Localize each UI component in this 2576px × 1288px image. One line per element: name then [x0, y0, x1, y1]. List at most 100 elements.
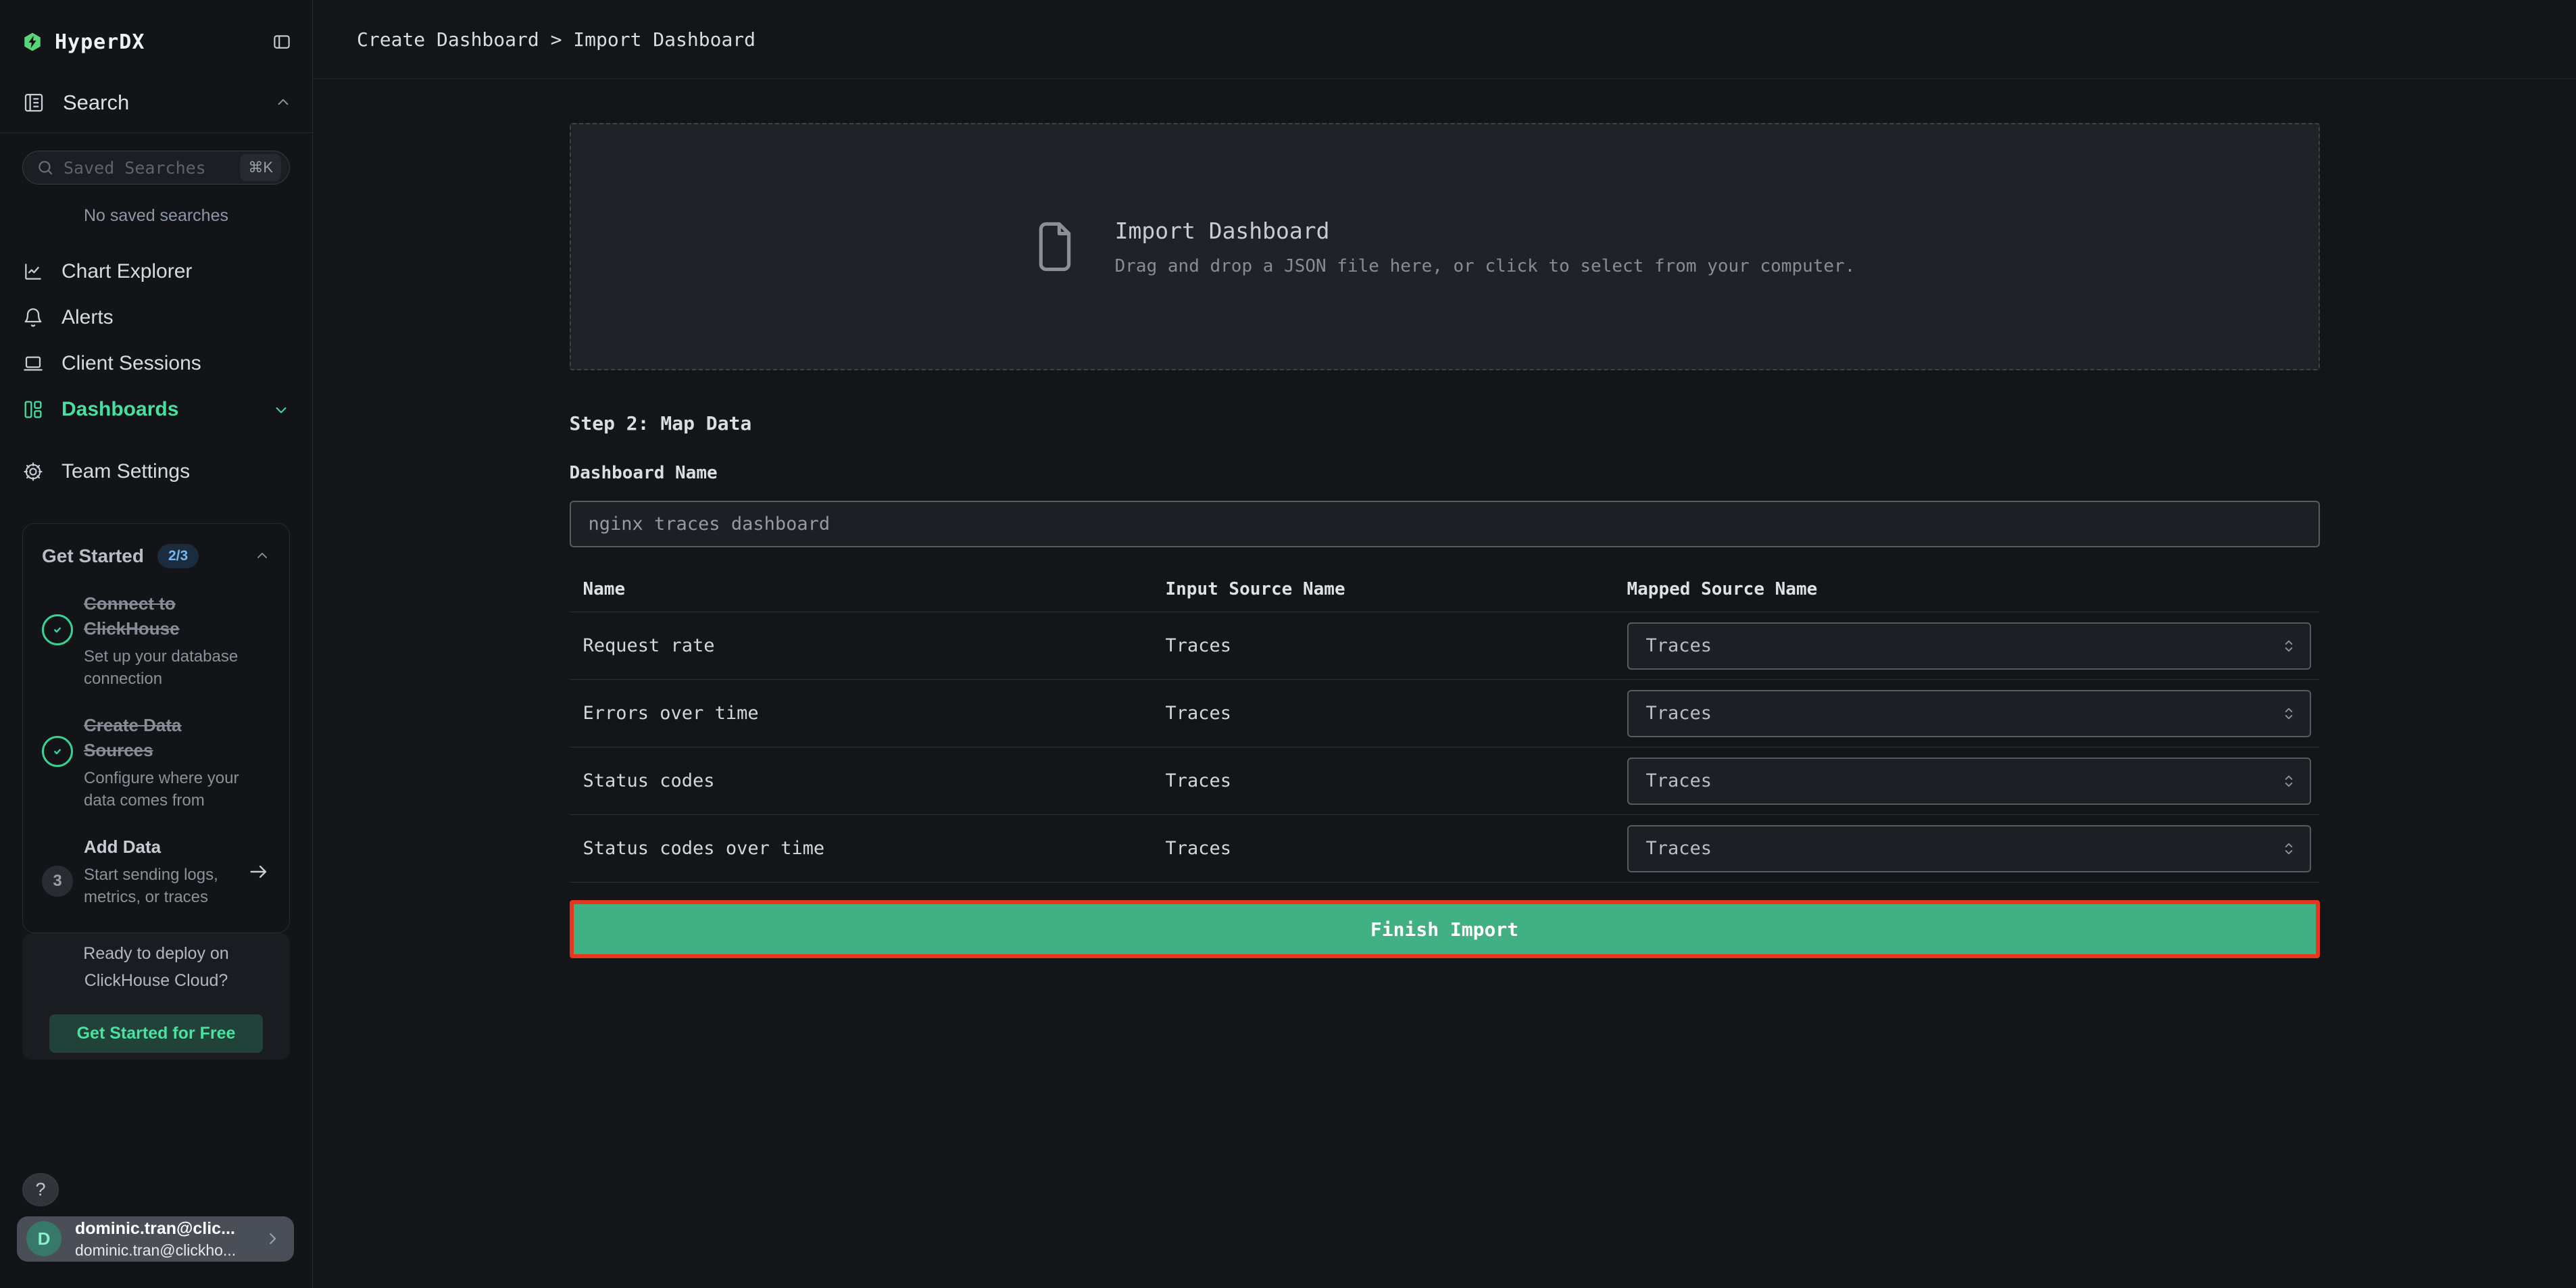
sidebar-item-dashboards[interactable]: Dashboards [22, 387, 290, 432]
selected-source-value: Traces [1646, 770, 1712, 791]
table-row: Status codes over time Traces Traces [570, 815, 2320, 883]
chart-name-cell: Status codes [570, 770, 1166, 791]
saved-searches-input[interactable] [64, 158, 230, 178]
saved-searches-input-wrap[interactable]: ⌘K [22, 151, 290, 184]
sidebar-nav: Chart Explorer Alerts [22, 249, 290, 495]
arrow-right-icon [247, 860, 270, 883]
mapping-table: Name Input Source Name Mapped Source Nam… [570, 566, 2320, 883]
nav-label: Dashboards [61, 398, 255, 421]
topbar: Create Dashboard > Import Dashboard [313, 0, 2576, 79]
hyperdx-logo-icon [22, 32, 43, 52]
user-email: dominic.tran@clickho... [75, 1241, 249, 1259]
sidebar-item-client-sessions[interactable]: Client Sessions [22, 341, 290, 387]
progress-badge: 2/3 [157, 544, 199, 568]
table-row: Errors over time Traces Traces [570, 680, 2320, 747]
step-desc: Configure where your data comes from [84, 767, 247, 812]
step-title: Connect to ClickHouse [84, 591, 247, 641]
step-number-badge: 3 [42, 866, 73, 897]
step-title: Create Data Sources [84, 713, 247, 763]
gear-icon [22, 461, 44, 482]
import-content: Import Dashboard Drag and drop a JSON fi… [570, 79, 2320, 958]
nav-label: Client Sessions [61, 352, 290, 375]
chevron-right-icon [263, 1229, 282, 1248]
column-header-mapped-source: Mapped Source Name [1627, 579, 2320, 599]
selected-source-value: Traces [1646, 635, 1712, 656]
chevron-down-icon [272, 401, 290, 418]
sidebar-item-alerts[interactable]: Alerts [22, 295, 290, 341]
promo-text-line1: Ready to deploy on [83, 940, 228, 967]
no-saved-searches-text: No saved searches [22, 206, 290, 226]
select-chevrons-icon [2280, 705, 2298, 722]
saved-search-icon [22, 91, 45, 114]
column-header-name: Name [570, 579, 1166, 599]
get-started-title: Get Started [42, 545, 144, 567]
mapping-table-header: Name Input Source Name Mapped Source Nam… [570, 566, 2320, 612]
search-icon [36, 159, 54, 176]
mapped-source-select[interactable]: Traces [1627, 622, 2311, 670]
json-dropzone[interactable]: Import Dashboard Drag and drop a JSON fi… [570, 123, 2320, 370]
laptop-icon [22, 353, 44, 374]
select-chevrons-icon [2280, 637, 2298, 655]
avatar: D [26, 1221, 61, 1256]
app-root: HyperDX Search [0, 0, 2576, 1288]
selected-source-value: Traces [1646, 703, 1712, 724]
user-name: dominic.tran@clic... [75, 1219, 249, 1239]
dashboard-grid-icon [22, 399, 44, 420]
mapped-source-select[interactable]: Traces [1627, 758, 2311, 805]
nav-label: Team Settings [61, 460, 290, 483]
step-desc: Start sending logs, metrics, or traces [84, 864, 247, 908]
brand-name: HyperDX [55, 30, 259, 54]
panel-left-icon [272, 32, 292, 52]
get-started-step-connect[interactable]: Connect to ClickHouse Set up your databa… [42, 591, 270, 690]
get-started-card: Get Started 2/3 Connect to ClickHouse [22, 523, 290, 933]
column-header-input-source: Input Source Name [1166, 579, 1627, 599]
input-source-cell: Traces [1166, 838, 1627, 859]
select-chevrons-icon [2280, 840, 2298, 858]
file-icon [1034, 219, 1076, 274]
promo-text-line2: ClickHouse Cloud? [84, 967, 228, 994]
dropzone-title: Import Dashboard [1115, 218, 1856, 244]
main-area: Create Dashboard > Import Dashboard Impo… [313, 0, 2576, 1288]
dashboard-name-label: Dashboard Name [570, 463, 2320, 483]
get-started-free-button[interactable]: Get Started for Free [49, 1014, 263, 1053]
selected-source-value: Traces [1646, 838, 1712, 859]
mapped-source-select[interactable]: Traces [1627, 690, 2311, 737]
check-circle-icon [42, 736, 73, 767]
help-button[interactable]: ? [22, 1173, 59, 1206]
chart-name-cell: Status codes over time [570, 838, 1166, 859]
sidebar-item-search[interactable]: Search [22, 88, 292, 118]
input-source-cell: Traces [1166, 635, 1627, 656]
chart-line-icon [22, 261, 44, 282]
input-source-cell: Traces [1166, 703, 1627, 724]
clickhouse-cloud-promo: Ready to deploy on ClickHouse Cloud? Get… [22, 933, 290, 1060]
finish-import-button[interactable]: Finish Import [570, 900, 2320, 958]
dropzone-subtitle: Drag and drop a JSON file here, or click… [1115, 256, 1856, 276]
sidebar-item-team-settings[interactable]: Team Settings [22, 449, 290, 495]
step-label: Step 2: Map Data [570, 412, 2320, 435]
chart-name-cell: Request rate [570, 635, 1166, 656]
dashboard-name-input[interactable] [570, 501, 2320, 547]
bell-icon [22, 307, 44, 328]
nav-label: Chart Explorer [61, 260, 290, 283]
input-source-cell: Traces [1166, 770, 1627, 791]
search-section-label: Search [63, 91, 257, 115]
get-started-header[interactable]: Get Started 2/3 [42, 544, 270, 568]
mapping-table-body: Request rate Traces Traces Errors over t… [570, 612, 2320, 883]
sidebar-header: HyperDX Search [0, 0, 312, 133]
chart-name-cell: Errors over time [570, 703, 1166, 724]
sidebar: HyperDX Search [0, 0, 313, 1288]
sidebar-collapse-button[interactable] [272, 32, 292, 52]
table-row: Status codes Traces Traces [570, 747, 2320, 815]
select-chevrons-icon [2280, 772, 2298, 790]
check-circle-icon [42, 614, 73, 645]
get-started-step-add-data[interactable]: 3 Add Data Start sending logs, metrics, … [42, 835, 270, 908]
mapped-source-select[interactable]: Traces [1627, 825, 2311, 872]
sidebar-item-chart-explorer[interactable]: Chart Explorer [22, 249, 290, 295]
breadcrumb[interactable]: Create Dashboard > Import Dashboard [357, 28, 756, 51]
chevron-up-icon [254, 548, 270, 564]
get-started-step-sources[interactable]: Create Data Sources Configure where your… [42, 713, 270, 812]
shortcut-badge: ⌘K [240, 154, 281, 181]
user-menu[interactable]: D dominic.tran@clic... dominic.tran@clic… [17, 1216, 294, 1262]
nav-label: Alerts [61, 306, 290, 329]
chevron-up-icon [274, 94, 292, 112]
